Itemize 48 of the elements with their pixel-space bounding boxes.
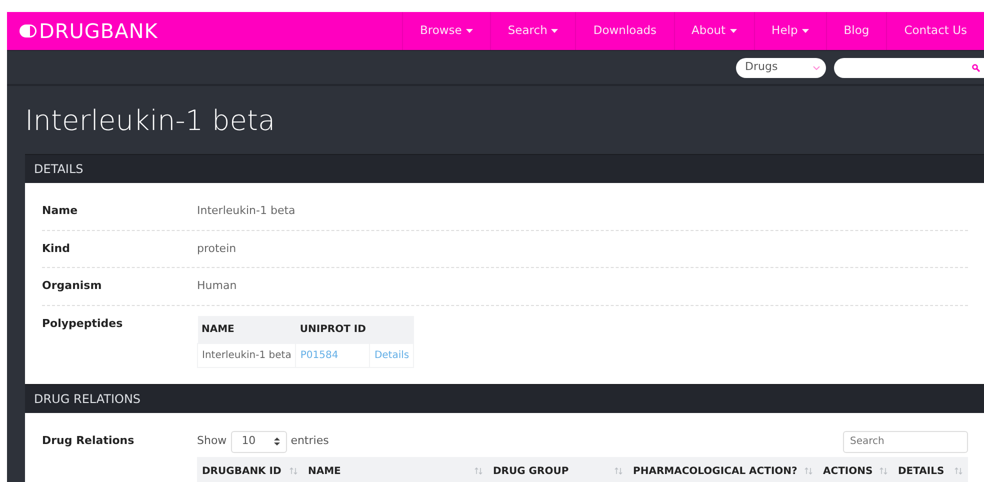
field-value: Interleukin-1 beta	[197, 203, 296, 219]
field-label: Organism	[42, 278, 103, 294]
chevron-icon	[813, 66, 820, 70]
column-header: NAME	[308, 464, 341, 478]
field-label: Name	[42, 203, 79, 219]
search-field[interactable]: Search	[843, 430, 968, 452]
field-value: Human	[197, 278, 237, 294]
caret-icon	[730, 29, 737, 33]
caret-icon	[466, 29, 473, 33]
sort-icon	[474, 467, 483, 475]
section-header: DRUG RELATIONS	[25, 384, 984, 412]
sort-icon	[954, 467, 963, 475]
logo-icon	[19, 24, 37, 38]
search-field[interactable]	[834, 58, 984, 78]
sort-icon	[614, 467, 623, 475]
column-header: ACTIONS	[823, 464, 873, 478]
nav-link[interactable]: Browse	[402, 12, 490, 50]
nav-link[interactable]: Blog	[826, 12, 886, 50]
column-header: DETAILS	[898, 464, 944, 478]
sort-icon	[289, 467, 298, 475]
nav-link[interactable]: About	[674, 12, 754, 50]
nav-link[interactable]: Help	[754, 12, 826, 50]
column-header: DRUGBANK ID	[202, 464, 282, 478]
column-header: DRUG GROUP	[493, 464, 569, 478]
category-select[interactable]: Drugs	[736, 58, 826, 78]
nav-link[interactable]: Search	[490, 12, 576, 50]
section-header: DETAILS	[25, 154, 984, 183]
field-label: Polypeptides	[42, 316, 124, 332]
search-icon	[972, 64, 980, 72]
nav-link[interactable]: Downloads	[575, 12, 674, 50]
sort-icon	[879, 467, 888, 475]
brand-name: DRUGBANK	[39, 18, 158, 45]
field-label: Kind	[42, 240, 71, 256]
entries-label: entries	[290, 433, 329, 450]
table-cell: Interleukin-1 beta	[198, 343, 296, 367]
field-label: Drug Relations	[42, 432, 136, 448]
nav-link[interactable]: Contact Us	[886, 12, 984, 50]
page-title: Interleukin-1 beta	[24, 103, 276, 139]
page-length-select[interactable]: 10	[230, 430, 287, 452]
field-value: protein	[197, 240, 236, 256]
caret-icon	[551, 29, 558, 33]
stepper-icon	[274, 437, 280, 446]
sort-icon	[804, 467, 813, 475]
column-header: PHARMACOLOGICAL ACTION?	[633, 464, 798, 478]
show-label: Show	[197, 433, 227, 450]
column-header: NAME	[198, 316, 296, 343]
column-header: UNIPROT ID	[296, 316, 370, 343]
caret-icon	[802, 29, 809, 33]
